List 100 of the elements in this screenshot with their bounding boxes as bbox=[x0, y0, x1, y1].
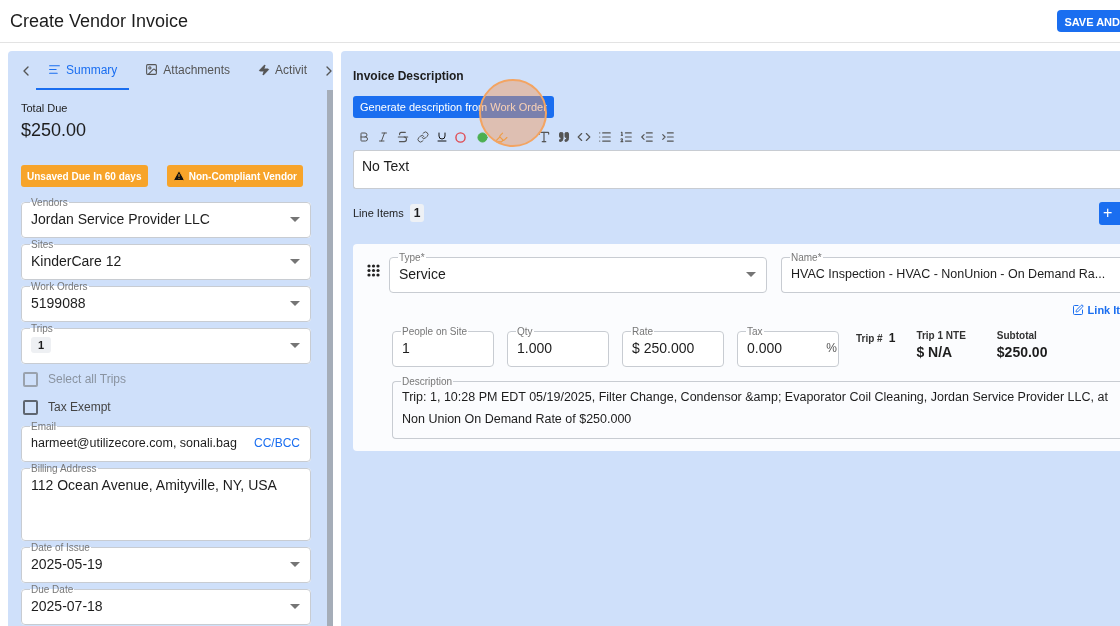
lines-icon bbox=[48, 63, 61, 76]
subtotal-label: Subtotal bbox=[996, 330, 1038, 341]
page-title: Create Vendor Invoice bbox=[10, 10, 189, 32]
total-due-value: $250.00 bbox=[21, 120, 88, 141]
checkbox-text: Tax Exempt bbox=[48, 400, 111, 414]
line-items-count: 1 bbox=[409, 204, 425, 222]
field-label: Sites bbox=[30, 240, 55, 249]
field-label: Type* bbox=[398, 253, 426, 262]
quote-icon[interactable] bbox=[558, 131, 570, 143]
field-value: 0.000 bbox=[747, 340, 783, 356]
description-field[interactable]: Description Trip: 1, 10:28 PM EDT 05/19/2025, Filter Change, Condensor &amp; Evaporator Coil Cleaning, Jordan Service Provider LLC, at Non Union On Demand Rate of $250.000 bbox=[392, 377, 1120, 439]
nte-value: $ N/A bbox=[916, 344, 954, 360]
dropdown-caret-icon bbox=[290, 300, 300, 306]
italic-icon[interactable] bbox=[377, 131, 389, 143]
address-field[interactable]: Billing Address 112 Ocean Avenue, Amityville, NY, USA bbox=[21, 464, 311, 541]
field-value: 1.000 bbox=[517, 340, 553, 356]
lightning-icon bbox=[258, 63, 271, 76]
trip-label: Trip # bbox=[856, 333, 883, 344]
field-label: Qty bbox=[516, 327, 534, 336]
warning-icon bbox=[172, 170, 185, 182]
select-field[interactable]: Date of Issue 2025-05-19 bbox=[21, 543, 311, 583]
bullet-list-icon[interactable] bbox=[598, 130, 612, 144]
description-editor[interactable]: No Text bbox=[353, 150, 1120, 189]
underline-icon[interactable] bbox=[436, 131, 448, 143]
number-field[interactable]: Rate $ 250.000 bbox=[622, 327, 724, 367]
number-field[interactable]: Qty 1.000 bbox=[507, 327, 609, 367]
numbered-list-icon[interactable] bbox=[619, 130, 633, 144]
field-label: Rate bbox=[631, 327, 655, 336]
dropdown-caret-icon bbox=[746, 271, 756, 277]
bold-icon[interactable] bbox=[358, 131, 370, 143]
code-icon[interactable] bbox=[577, 130, 591, 144]
field-label: Name* bbox=[790, 253, 823, 262]
indent-icon[interactable] bbox=[661, 130, 675, 144]
field-value: 112 Ocean Avenue, Amityville, NY, USA bbox=[31, 477, 277, 493]
trip-number: 1 bbox=[888, 331, 896, 345]
field-label: Date of Issue bbox=[30, 543, 91, 552]
field-value: harmeet@utilizecore.com, sonali.bag bbox=[31, 436, 237, 450]
field-label: Work Orders bbox=[30, 282, 89, 291]
checkbox[interactable] bbox=[23, 399, 38, 415]
dropdown-caret-icon bbox=[290, 561, 300, 567]
field-value: Jordan Service Provider LLC bbox=[31, 211, 210, 227]
circle-icon[interactable] bbox=[455, 131, 466, 143]
field-value: Service bbox=[399, 266, 446, 282]
field-label: Billing Address bbox=[30, 464, 98, 473]
field-label: Tax bbox=[746, 327, 764, 336]
tab[interactable]: Activit bbox=[246, 51, 320, 90]
field-value: 1 bbox=[402, 340, 410, 356]
field-value: KinderCare 12 bbox=[31, 253, 122, 269]
field-value: HVAC Inspection - HVAC - NonUnion - On Demand Ra... bbox=[791, 267, 1106, 281]
total-due-label: Total Due bbox=[21, 102, 69, 114]
link-item-link[interactable]: Link It bbox=[1071, 303, 1120, 317]
edit-icon bbox=[1071, 304, 1084, 316]
field-label: Trips bbox=[30, 324, 54, 333]
field-label: Description bbox=[401, 377, 454, 386]
tab[interactable]: Attachments bbox=[133, 51, 243, 90]
drag-handle-icon[interactable] bbox=[367, 264, 380, 277]
field-value: 2025-07-18 bbox=[31, 598, 103, 614]
scrollbar[interactable] bbox=[327, 90, 333, 626]
field-label: Vendors bbox=[30, 198, 69, 207]
select-field[interactable]: Work Orders 5199088 bbox=[21, 282, 311, 322]
field-label: Due Date bbox=[30, 585, 75, 594]
image-icon bbox=[145, 63, 159, 76]
save-button[interactable]: SAVE AND bbox=[1057, 9, 1120, 32]
nte-label: Trip 1 NTE bbox=[916, 330, 966, 341]
field-value: 2025-05-19 bbox=[31, 556, 103, 572]
select-field[interactable]: Trips 1 bbox=[21, 324, 311, 364]
link-icon[interactable] bbox=[417, 131, 429, 143]
field-value: 5199088 bbox=[31, 295, 86, 311]
type-select[interactable]: Type* Service bbox=[389, 253, 767, 293]
dot-icon[interactable] bbox=[477, 131, 488, 143]
add-line-item-button[interactable]: + bbox=[1099, 201, 1120, 225]
select-field[interactable]: Due Date 2025-07-18 bbox=[21, 585, 311, 625]
description-line: Trip: 1, 10:28 PM EDT 05/19/2025, Filter Change, Condensor &amp; Evaporator Coil Cleaning, Jordan Service Provider LLC, at bbox=[402, 389, 1109, 406]
dropdown-caret-icon bbox=[290, 603, 300, 609]
percent-suffix: % bbox=[826, 341, 837, 355]
tab[interactable]: Summary bbox=[36, 51, 130, 90]
select-field[interactable]: Vendors Jordan Service Provider LLC bbox=[21, 198, 311, 238]
status-badge: Non-Compliant Vendor bbox=[166, 165, 303, 187]
trip-chip: 1 bbox=[31, 337, 52, 353]
name-field[interactable]: Name* HVAC Inspection - HVAC - NonUnion - On Demand Ra... bbox=[781, 253, 1120, 293]
subtotal-value: $250.00 bbox=[996, 344, 1048, 360]
email-field[interactable]: Email harmeet@utilizecore.com, sonali.bag CC/BCC bbox=[21, 422, 311, 462]
number-field[interactable]: People on Site 1 bbox=[392, 327, 494, 367]
checkbox-text: Select all Trips bbox=[48, 372, 127, 386]
outdent-icon[interactable] bbox=[640, 130, 654, 144]
dropdown-caret-icon bbox=[290, 216, 300, 222]
field-value: $ 250.000 bbox=[632, 340, 695, 356]
checkbox-label[interactable]: Tax Exempt bbox=[21, 394, 311, 420]
field-label: People on Site bbox=[401, 327, 469, 336]
status-badge: Unsaved Due In 60 days bbox=[21, 165, 148, 187]
strikethrough-icon[interactable] bbox=[396, 130, 410, 144]
dropdown-caret-icon bbox=[290, 342, 300, 348]
number-field[interactable]: Tax 0.000 % bbox=[737, 327, 839, 367]
field-label: Email bbox=[30, 422, 57, 431]
dropdown-caret-icon bbox=[290, 258, 300, 264]
line-items-label: Line Items bbox=[353, 207, 404, 219]
cc-bcc-link[interactable]: CC/BCC bbox=[254, 436, 300, 450]
description-line: Non Union On Demand Rate of $250.000 bbox=[402, 411, 633, 428]
select-field[interactable]: Sites KinderCare 12 bbox=[21, 240, 311, 280]
text-size-icon[interactable] bbox=[537, 130, 551, 144]
